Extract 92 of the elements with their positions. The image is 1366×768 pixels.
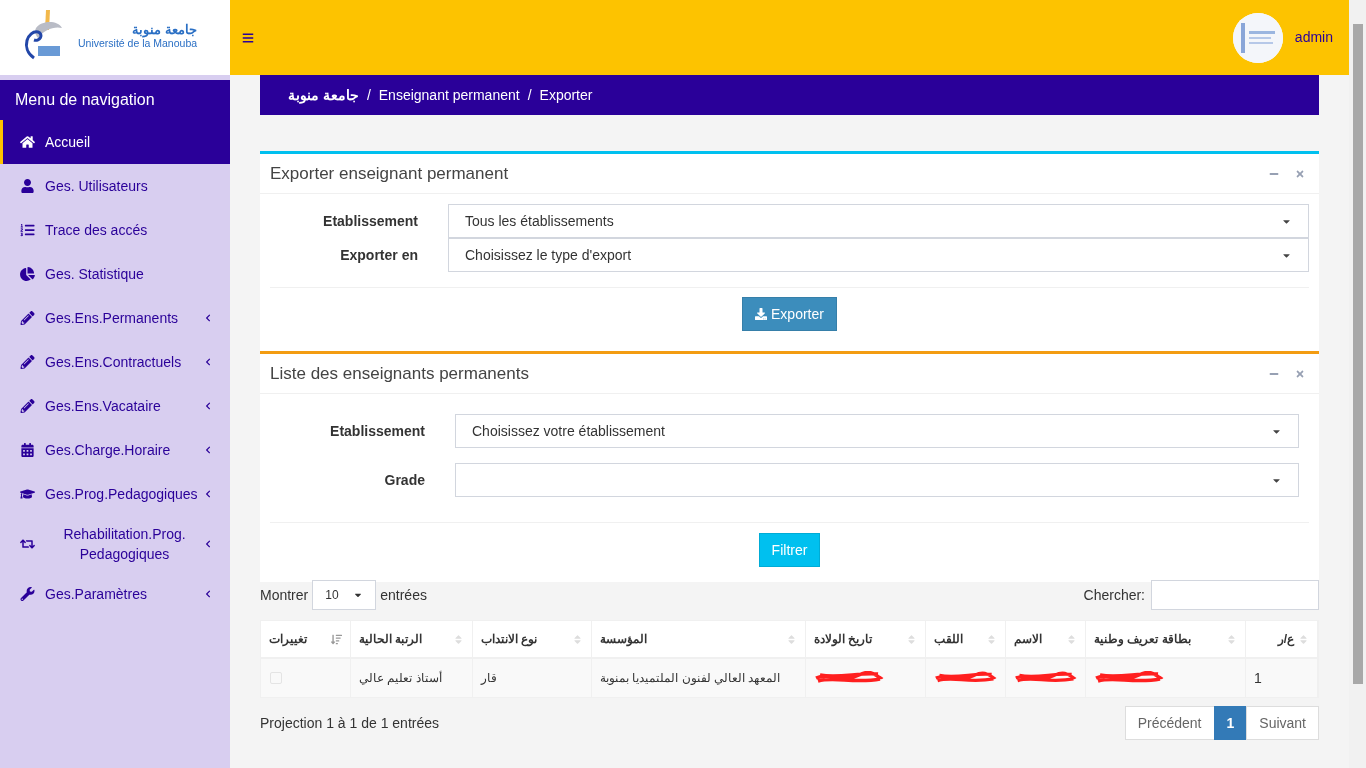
sort-icon[interactable]	[1066, 633, 1077, 645]
pagination-button[interactable]: Précédent	[1124, 706, 1215, 740]
list-icon	[20, 223, 35, 237]
logo-text: Université de la Manouba	[78, 37, 198, 52]
column-header[interactable]: تاريخ الولادة	[814, 630, 902, 648]
sidebar-label: Ges.Paramètres	[45, 585, 147, 604]
select-field[interactable]: Tous les établissements	[448, 204, 1309, 238]
sidebar-item[interactable]: Accueil	[0, 120, 230, 164]
close-icon[interactable]	[1295, 168, 1305, 179]
sort-icon[interactable]	[1298, 633, 1309, 645]
field-label: Etablissement	[322, 211, 419, 231]
sidebar-label: Ges.Charge.Horaire	[45, 441, 171, 460]
pencil-icon	[20, 311, 35, 325]
column-header[interactable]: الاسم	[1014, 630, 1062, 648]
sidebar-label: Ges.Prog.Pedagogiques	[45, 485, 198, 504]
column-header[interactable]: المؤسسة	[600, 630, 782, 648]
sidebar-item[interactable]: Ges.Ens.Contractuels	[0, 340, 230, 384]
pencil-icon	[20, 399, 35, 413]
breadcrumb-item[interactable]: Enseignant permanent	[378, 84, 520, 106]
column-header[interactable]: نوع الانتداب	[481, 630, 568, 648]
close-icon[interactable]	[1295, 368, 1305, 379]
sidebar-item[interactable]: Trace des accés	[0, 208, 230, 252]
sidebar-label: Accueil	[45, 133, 91, 152]
sort-icon[interactable]	[986, 633, 997, 645]
field-label: Grade	[383, 470, 426, 490]
sidebar-label: Ges.Ens.Contractuels	[45, 353, 182, 372]
column-header[interactable]: ع/ر	[1254, 630, 1294, 648]
breadcrumb-item: Exporter	[539, 85, 593, 105]
sidebar-item[interactable]: Ges. Statistique	[0, 252, 230, 296]
field-label: Etablissement	[329, 421, 426, 441]
pie-chart-icon	[20, 267, 35, 281]
username[interactable]: admin	[1294, 27, 1333, 48]
sort-icon[interactable]	[453, 633, 464, 645]
redaction-mark	[814, 671, 884, 685]
sort-icon[interactable]	[786, 633, 797, 645]
sidebar-item[interactable]: Ges.Ens.Vacataire	[0, 384, 230, 428]
length-select[interactable]: 10	[312, 580, 377, 610]
column-header[interactable]: بطاقة تعريف وطنية	[1094, 630, 1222, 648]
graduation-cap-icon	[20, 487, 35, 501]
sidebar-label: Ges. Statistique	[45, 265, 144, 284]
breadcrumb-separator: /	[366, 85, 371, 105]
column-header[interactable]: اللقب	[934, 630, 982, 648]
sort-icon[interactable]	[331, 633, 342, 645]
export-button[interactable]: Exporter	[742, 297, 837, 331]
panel-title: Exporter enseignant permanent	[270, 162, 510, 185]
redaction-mark	[1094, 671, 1164, 685]
redaction-mark	[934, 671, 997, 685]
sidebar-item[interactable]: Ges.Charge.Horaire	[0, 428, 230, 472]
breadcrumb-item[interactable]: جامعة منوبة	[288, 84, 359, 106]
column-header[interactable]: تغييرات	[269, 630, 327, 648]
length-label: Montrer	[260, 585, 309, 605]
sidebar-label: Ges. Utilisateurs	[45, 177, 148, 196]
select-field[interactable]: Choisissez le type d'export	[448, 238, 1309, 272]
sidebar-label: Ges.Ens.Vacataire	[45, 397, 161, 416]
select-field[interactable]	[455, 463, 1299, 497]
sidebar-label: Rehabilitation.Prog. Pedagogiques	[62, 525, 187, 564]
breadcrumb-separator: /	[527, 85, 532, 105]
sort-icon[interactable]	[1226, 633, 1237, 645]
table-cell-text: 1	[1254, 668, 1262, 688]
repeat-icon	[20, 537, 35, 551]
table-cell-text: المعهد العالي لفنون الملتميديا بمنوبة	[600, 670, 781, 687]
pencil-icon	[20, 355, 35, 369]
sidebar-item[interactable]: Ges.Paramètres	[0, 572, 230, 616]
sidebar-item[interactable]: Ges.Prog.Pedagogiques	[0, 472, 230, 516]
sidebar-header: Menu de navigation	[0, 80, 230, 120]
logo-arabic-text: جامعة منوبة	[132, 23, 198, 37]
home-icon	[20, 135, 35, 149]
redaction-mark	[1014, 671, 1077, 685]
field-label: Exporter en	[339, 245, 419, 265]
search-label: Chercher:	[1083, 585, 1145, 605]
length-label: entrées	[380, 585, 427, 605]
sort-icon[interactable]	[572, 633, 583, 645]
pagination-button[interactable]: Suivant	[1246, 706, 1319, 740]
table-cell-text: قار	[481, 670, 497, 687]
sidebar-label: Trace des accés	[45, 221, 148, 240]
sidebar-label: Ges.Ens.Permanents	[45, 309, 179, 328]
sidebar-item[interactable]: Ges. Utilisateurs	[0, 164, 230, 208]
download-icon	[755, 308, 768, 320]
menu-icon[interactable]	[242, 31, 254, 44]
table-cell-text: أستاذ تعليم عالي	[359, 670, 442, 687]
column-header[interactable]: الرتبة الحالية	[359, 630, 449, 648]
user-icon	[20, 179, 35, 193]
table-info: Projection 1 à 1 de 1 entrées	[260, 713, 440, 733]
pagination-button[interactable]: 1	[1213, 706, 1248, 740]
panel-title: Liste des enseignants permanents	[270, 362, 530, 385]
wrench-icon	[20, 587, 35, 601]
sort-icon[interactable]	[906, 633, 917, 645]
calendar-icon	[20, 443, 35, 457]
select-field[interactable]: Choisissez votre établissement	[455, 414, 1299, 448]
search-field[interactable]	[1151, 580, 1319, 610]
sidebar-item[interactable]: Rehabilitation.Prog. Pedagogiques	[0, 516, 230, 572]
sidebar-item[interactable]: Ges.Ens.Permanents	[0, 296, 230, 340]
